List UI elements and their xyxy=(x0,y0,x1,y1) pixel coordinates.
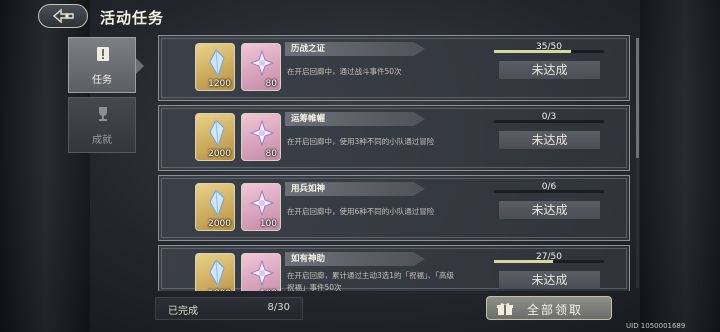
completion-summary: 已完成 8/30 xyxy=(155,297,303,320)
reward-item[interactable]: 80 xyxy=(241,43,281,91)
crystal-icon xyxy=(209,189,225,218)
task-name: 历战之证 xyxy=(291,44,326,54)
reward-item[interactable]: 100 xyxy=(241,253,281,291)
completed-count: 8/30 xyxy=(267,302,290,313)
reward-item[interactable]: 100 xyxy=(241,183,281,231)
task-description: 在开启回廊中，通过战斗事件50次 xyxy=(287,67,402,76)
user-id: UID 1050001689 xyxy=(626,322,686,330)
list-scrollbar[interactable] xyxy=(636,38,639,288)
reward-item[interactable]: 1800 xyxy=(195,253,235,291)
progress-text: 0/3 xyxy=(541,112,557,122)
reward-item[interactable]: 2000 xyxy=(195,183,235,231)
progress-text: 35/50 xyxy=(536,42,562,52)
claim-all-label: 全部领取 xyxy=(527,303,584,317)
task-card: 1800 100 如有神助 在开启回廊，累计通过主动3选1的「祝福」、「高级祝福… xyxy=(158,245,630,291)
gift-icon xyxy=(497,303,513,315)
scrollbar-thumb[interactable] xyxy=(636,38,639,158)
task-card: 2000 80 运筹帷幄 在开启回廊中，使用3种不同的小队通过冒险 0/3 未达… xyxy=(158,105,630,171)
task-name: 用兵如神 xyxy=(291,184,326,194)
task-description: 在开启回廊中，使用3种不同的小队通过冒险 xyxy=(287,137,435,146)
progress-text: 27/50 xyxy=(536,252,562,262)
task-name: 运筹帷幄 xyxy=(291,114,326,124)
crystal-icon xyxy=(209,259,225,288)
progress-text: 0/6 xyxy=(541,182,557,192)
star-crystal-icon xyxy=(250,119,274,147)
reward-item[interactable]: 80 xyxy=(241,113,281,161)
claim-all-button[interactable]: 全部领取 xyxy=(486,296,612,320)
star-crystal-icon xyxy=(250,49,274,77)
reward-quantity: 80 xyxy=(265,79,277,89)
completed-label: 已完成 xyxy=(168,306,198,317)
reward-quantity: 2000 xyxy=(208,149,231,159)
reward-item[interactable]: 2000 xyxy=(195,113,235,161)
task-card: 1200 80 历战之证 在开启回廊中，通过战斗事件50次 35/50 未达成 xyxy=(158,35,630,101)
star-crystal-icon xyxy=(250,259,274,287)
status-button[interactable]: 未达成 xyxy=(499,131,600,149)
reward-quantity: 100 xyxy=(259,219,277,229)
reward-quantity: 2000 xyxy=(208,219,231,229)
star-crystal-icon xyxy=(250,189,274,217)
task-list: 1200 80 历战之证 在开启回廊中，通过战斗事件50次 35/50 未达成 … xyxy=(0,0,720,332)
task-description: 在开启回廊，累计通过主动3选1的「祝福」、「高级祝福」事件50次 xyxy=(287,271,455,292)
status-button[interactable]: 未达成 xyxy=(499,61,600,79)
reward-quantity: 80 xyxy=(265,149,277,159)
task-name: 如有神助 xyxy=(291,254,326,264)
task-card: 2000 100 用兵如神 在开启回廊中，使用6种不同的小队通过冒险 0/6 未… xyxy=(158,175,630,241)
crystal-icon xyxy=(209,119,225,148)
status-button[interactable]: 未达成 xyxy=(499,271,600,289)
status-button[interactable]: 未达成 xyxy=(499,201,600,219)
reward-quantity: 1200 xyxy=(208,79,231,89)
reward-item[interactable]: 1200 xyxy=(195,43,235,91)
task-description: 在开启回廊中，使用6种不同的小队通过冒险 xyxy=(287,207,435,216)
crystal-icon xyxy=(209,49,225,78)
